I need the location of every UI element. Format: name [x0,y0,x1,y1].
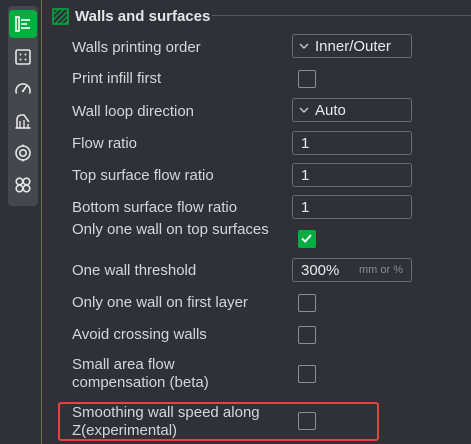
support-icon [15,114,31,129]
sidebar-item-multimaterial[interactable] [9,139,37,167]
select-value: Auto [315,101,346,119]
avoid-crossing-walls-checkbox[interactable] [298,326,316,344]
bottom-surface-flow-ratio-input[interactable]: 1 [292,195,412,219]
small-area-flow-comp-checkbox[interactable] [298,365,316,383]
print-infill-first-checkbox[interactable] [298,70,316,88]
chevron-down-icon [299,107,309,113]
sidebar-item-quality[interactable] [9,10,37,38]
option-label: Only one wall on top surfaces [72,221,269,238]
multimaterial-target-icon [15,144,31,162]
unit-label: mm or % [359,264,403,276]
option-label: Bottom surface flow ratio [72,199,238,216]
option-label: Only one wall on first layer [72,294,248,311]
option-label: Print infill first [72,70,162,87]
header-divider [212,15,471,16]
others-clover-icon [15,177,31,193]
section-header: Walls and surfaces [52,4,210,28]
highlight-box [58,402,379,441]
select-value: Inner/Outer [315,37,391,55]
top-surface-flow-ratio-input[interactable]: 1 [292,163,412,187]
input-value: 1 [301,198,310,216]
input-value: 1 [301,134,310,152]
only-one-wall-first-layer-checkbox[interactable] [298,294,316,312]
option-label: Avoid crossing walls [72,326,207,343]
sidebar-item-others[interactable] [9,171,37,199]
sidebar-divider [41,0,42,444]
one-wall-threshold-input[interactable]: 300% mm or % [292,258,412,282]
option-label: Flow ratio [72,135,138,152]
wall-loop-direction-select[interactable]: Auto [292,98,412,122]
quality-layers-icon [15,16,30,32]
input-value: 1 [301,166,310,184]
input-value: 300% [301,261,340,279]
walls-printing-order-select[interactable]: Inner/Outer [292,34,412,58]
option-label: Wall loop direction [72,103,194,120]
only-one-wall-top-checkbox[interactable] [298,230,316,248]
sidebar-item-strength[interactable] [9,43,37,71]
strength-grid-icon [15,49,31,65]
sidebar-item-support[interactable] [9,107,37,135]
flow-ratio-input[interactable]: 1 [292,131,412,155]
walls-surfaces-icon [52,7,69,25]
chevron-down-icon [299,43,309,49]
sidebar [0,0,42,444]
sidebar-item-speed[interactable] [9,75,37,103]
option-label: One wall threshold [72,262,197,279]
option-label: Top surface flow ratio [72,167,214,184]
option-label: Walls printing order [72,39,201,56]
option-label: Small area flow compensation (beta) [72,356,209,391]
checkmark-icon [301,234,312,243]
speed-gauge-icon [15,83,31,94]
section-title: Walls and surfaces [75,7,211,25]
